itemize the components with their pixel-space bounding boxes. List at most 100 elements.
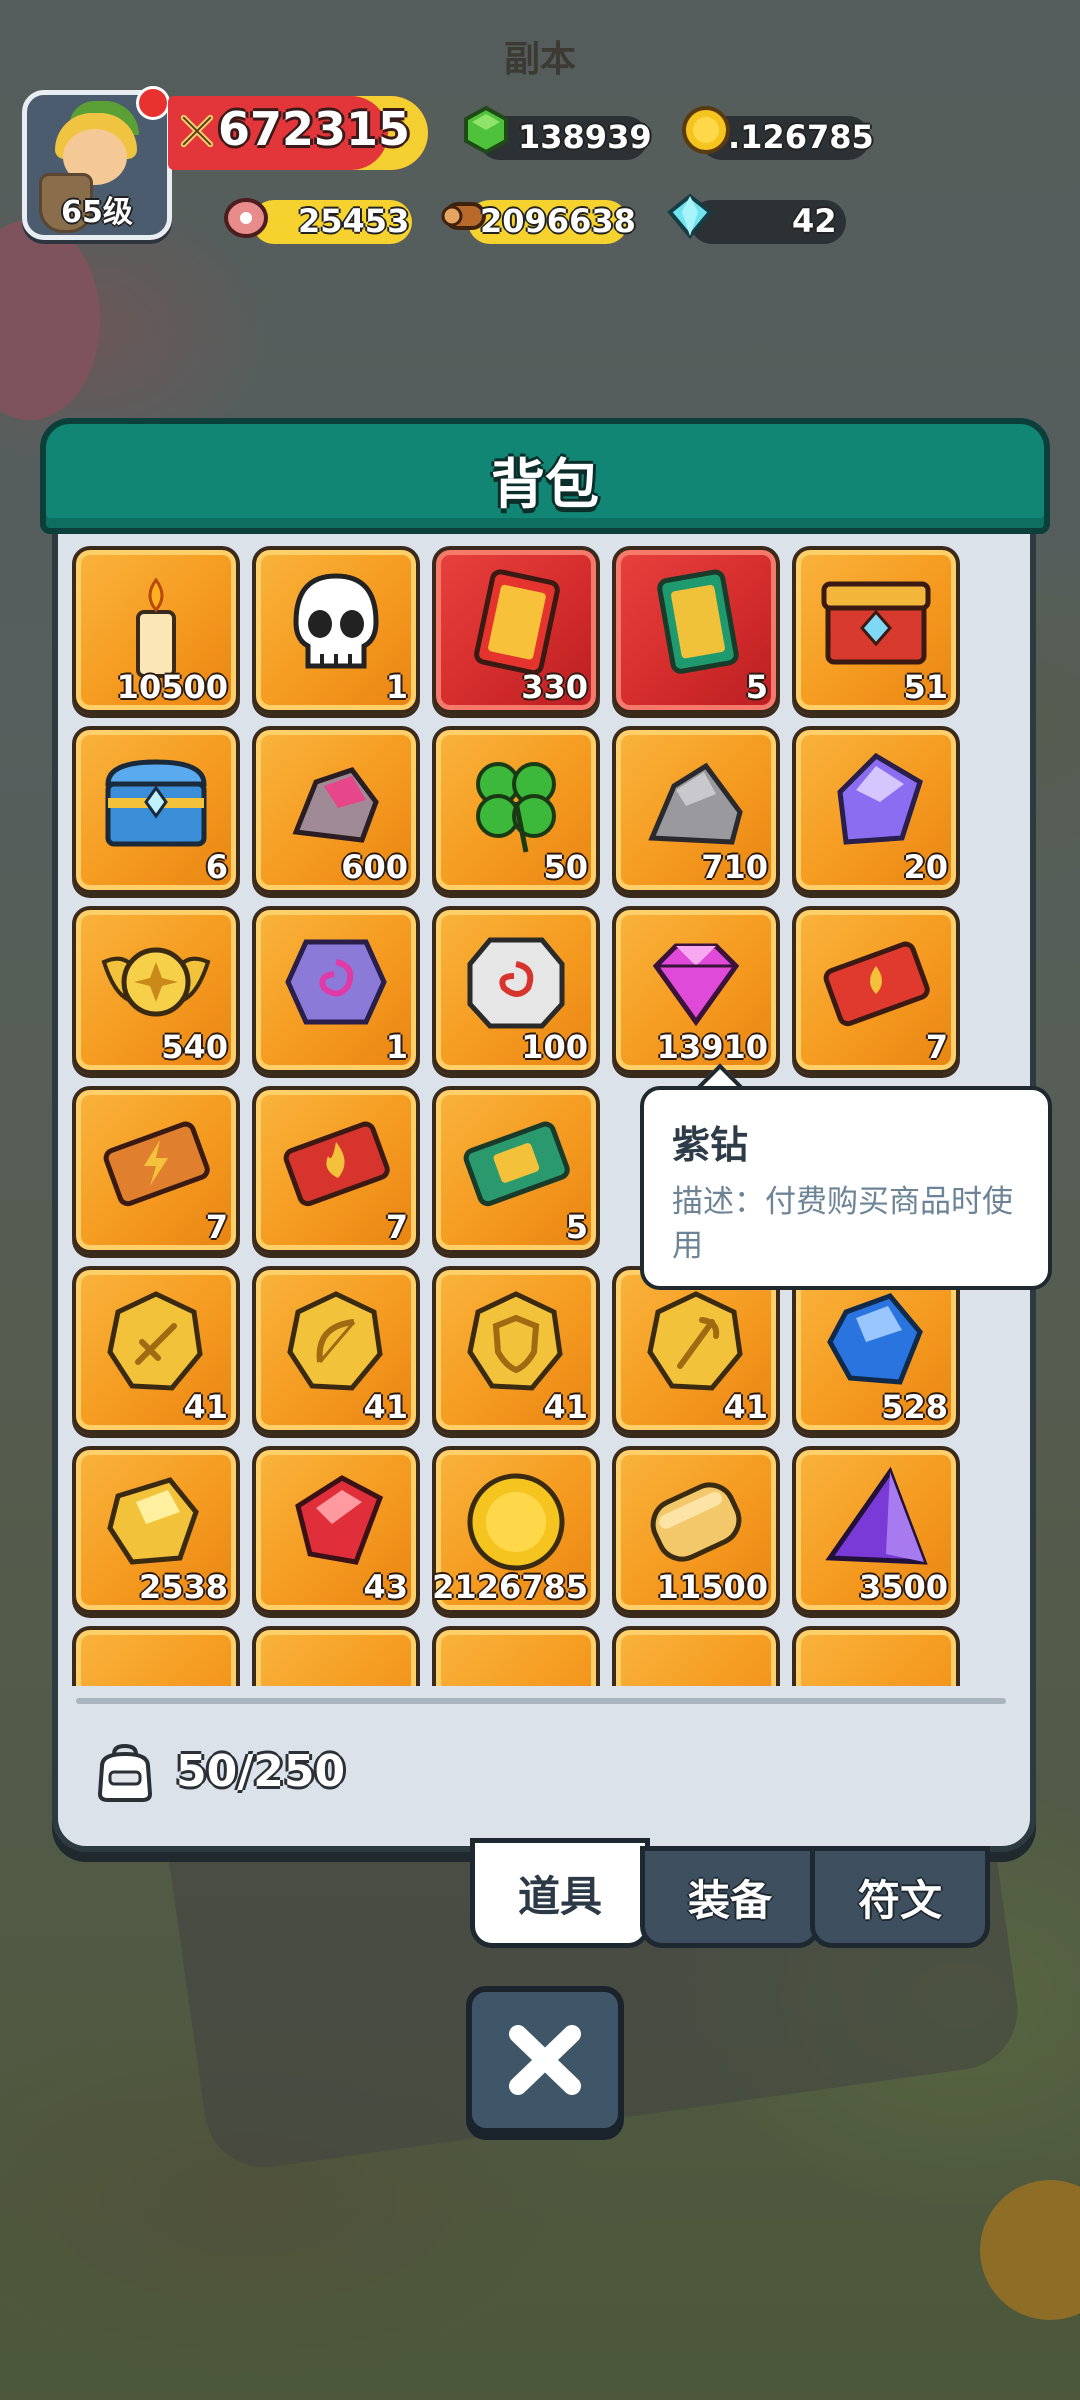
item-count: 7 (205, 1208, 228, 1246)
inventory-slot[interactable]: 5 (612, 546, 780, 714)
item-count: 5 (745, 668, 768, 706)
bread-icon (650, 1482, 742, 1562)
green-gem-icon (464, 105, 508, 155)
inventory-slot[interactable]: 600 (252, 726, 420, 894)
item-count: 2538 (138, 1568, 228, 1606)
inventory-slot[interactable]: 528 (792, 1266, 960, 1434)
item-count: 41 (183, 1388, 228, 1426)
inventory-slot[interactable]: 3500 (792, 1446, 960, 1614)
item-count: 41 (543, 1388, 588, 1426)
item-count: 3500 (858, 1568, 948, 1606)
red-card-icon (474, 569, 560, 676)
item-tooltip: 紫钻 描述：付费购买商品时使用 (640, 1086, 1052, 1290)
scene-label: 副本 (503, 39, 576, 80)
item-count: 20 (903, 848, 948, 886)
inventory-slot[interactable]: 1 (252, 906, 420, 1074)
purple-diamond-icon (652, 943, 740, 1027)
inventory-slot[interactable] (792, 1626, 960, 1686)
inventory-slot[interactable] (612, 1626, 780, 1686)
stone-icon (648, 762, 743, 845)
inventory-slot[interactable]: 1 (252, 546, 420, 714)
crossed-swords-icon (180, 114, 214, 148)
inventory-slot[interactable]: 13910 (612, 906, 780, 1074)
item-count: 528 (881, 1388, 948, 1426)
player-level: 65级 (61, 195, 133, 230)
item-count: 13910 (656, 1028, 768, 1066)
diamonds-value: 42 (792, 202, 837, 240)
item-count: 5 (565, 1208, 588, 1246)
inventory-slot[interactable]: 7 (792, 906, 960, 1074)
item-count: 7 (925, 1028, 948, 1066)
bow-coin-icon (287, 1291, 383, 1391)
inventory-slot[interactable]: 11500 (612, 1446, 780, 1614)
purple-crystal-icon (837, 752, 923, 845)
tab-items[interactable]: 道具 (470, 1838, 650, 1948)
item-count: 710 (701, 848, 768, 886)
red-crystal-icon (295, 1475, 384, 1565)
diamond-icon (667, 193, 713, 240)
inventory-slot[interactable]: 41 (72, 1266, 240, 1434)
pink-ore-icon (292, 767, 379, 843)
inventory-slot[interactable]: 2538 (72, 1446, 240, 1614)
inventory-slot[interactable]: 710 (612, 726, 780, 894)
item-count: 1 (385, 668, 408, 706)
item-count: 600 (341, 848, 408, 886)
item-count: 1 (385, 1028, 408, 1066)
gold-value: .126785 (728, 118, 874, 156)
tab-runes[interactable]: 符文 (810, 1846, 990, 1948)
bag-icon (97, 1743, 153, 1802)
inventory-slot[interactable]: 100 (432, 906, 600, 1074)
inventory-slot[interactable]: 41 (612, 1266, 780, 1434)
gold-coin-icon (682, 106, 730, 154)
item-count: 11500 (656, 1568, 768, 1606)
close-button[interactable] (466, 1986, 624, 2134)
shield-coin-icon (467, 1291, 563, 1391)
inventory-slot[interactable]: 10500 (72, 546, 240, 714)
item-count: 10500 (116, 668, 228, 706)
inventory-slot[interactable]: 2126785 (432, 1446, 600, 1614)
sword-coin-icon (107, 1291, 203, 1391)
item-count: 7 (385, 1208, 408, 1246)
clover-icon (476, 762, 556, 853)
item-count: 330 (521, 668, 588, 706)
inventory-slot[interactable]: 51 (792, 546, 960, 714)
inventory-slot[interactable]: 20 (792, 726, 960, 894)
bolt-ticket-icon (103, 1121, 210, 1207)
green-ticket-icon (463, 1121, 570, 1207)
close-icon (509, 2025, 581, 2095)
inventory-slot[interactable]: 330 (432, 546, 600, 714)
tooltip-title: 紫钻 (672, 1123, 749, 1167)
inventory-slot[interactable]: 7 (72, 1086, 240, 1254)
purple-pyramid-icon (825, 1466, 928, 1565)
item-count: 100 (521, 1028, 588, 1066)
notification-dot (136, 86, 170, 120)
purple-rune-stone-icon (285, 939, 387, 1025)
panel-divider (76, 1698, 1006, 1704)
green-card-icon (657, 569, 739, 674)
inventory-slot[interactable] (252, 1626, 420, 1686)
staff-coin-icon (647, 1291, 743, 1391)
inventory-slot[interactable]: 540 (72, 906, 240, 1074)
item-count: 50 (543, 848, 588, 886)
inventory-slot[interactable]: 5 (432, 1086, 600, 1254)
gold-ore-icon (107, 1477, 199, 1565)
item-count: 6 (205, 848, 228, 886)
tab-equipment[interactable]: 装备 (640, 1846, 820, 1948)
item-count: 2126785 (432, 1568, 588, 1606)
inventory-slot[interactable]: 50 (432, 726, 600, 894)
item-count: 41 (363, 1388, 408, 1426)
blue-chest-icon (105, 759, 207, 847)
red-chest-icon (821, 581, 931, 665)
combat-power-value: 672315 (218, 102, 411, 156)
candle-icon (136, 577, 176, 678)
inventory-slot[interactable]: 41 (432, 1266, 600, 1434)
backpack-title: 背包 (491, 453, 599, 516)
inventory-slot[interactable]: 6 (72, 726, 240, 894)
inventory-slot[interactable]: 41 (252, 1266, 420, 1434)
gems-value: 138939 (518, 118, 652, 156)
inventory-slot[interactable]: 7 (252, 1086, 420, 1254)
inventory-slot[interactable]: 43 (252, 1446, 420, 1614)
inventory-slot[interactable] (72, 1626, 240, 1686)
inventory-slot[interactable] (432, 1626, 600, 1686)
gold-coin-icon (467, 1473, 565, 1571)
